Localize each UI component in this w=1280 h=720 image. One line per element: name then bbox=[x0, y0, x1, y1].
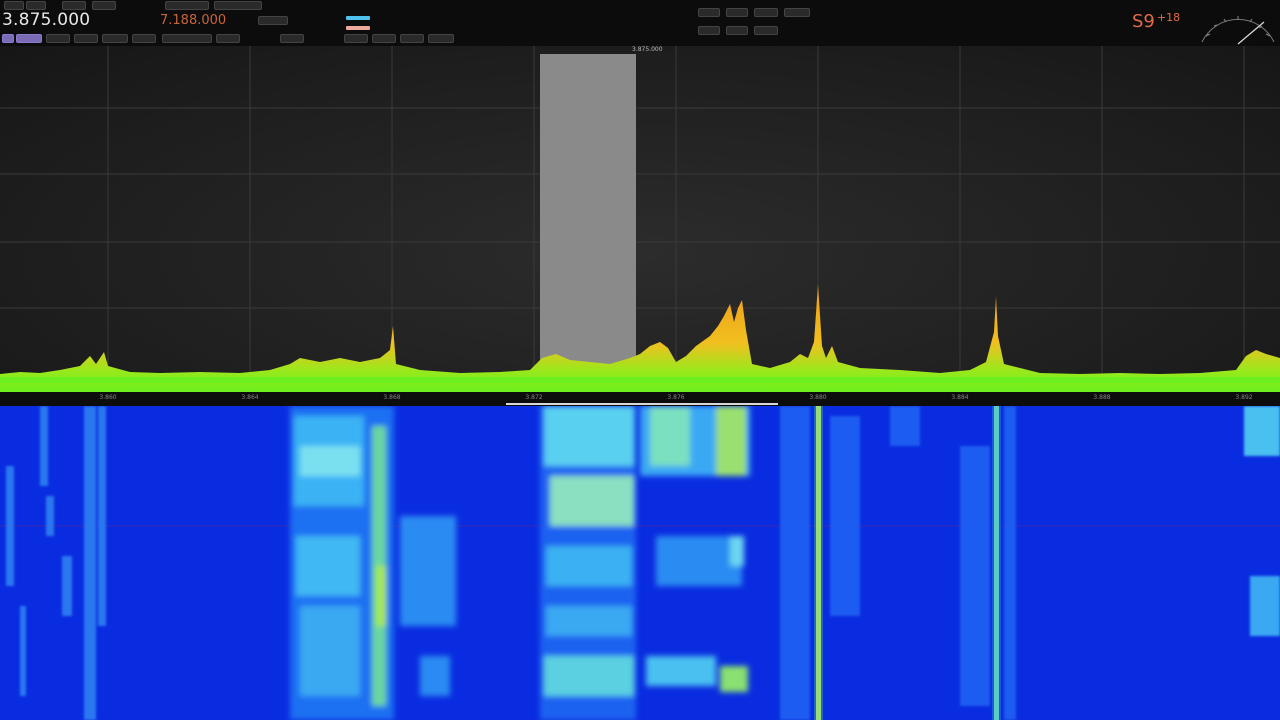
option-button[interactable] bbox=[400, 34, 424, 43]
spectrum-plot bbox=[0, 46, 1280, 392]
band-button[interactable] bbox=[62, 1, 86, 10]
mode-button[interactable] bbox=[46, 34, 70, 43]
band-button[interactable] bbox=[4, 1, 24, 10]
vfo-a-frequency[interactable]: 3.875.000 bbox=[2, 10, 90, 30]
scale-tick: 3.868 bbox=[383, 394, 401, 401]
scale-tick: 3.876 bbox=[667, 394, 685, 401]
option-button[interactable] bbox=[698, 8, 720, 17]
band-button[interactable] bbox=[92, 1, 116, 10]
scale-tick: 3.872 bbox=[525, 394, 543, 401]
option-button[interactable] bbox=[754, 8, 778, 17]
s-meter-readout: S9 +18 bbox=[1132, 11, 1180, 32]
mode-button[interactable] bbox=[132, 34, 156, 43]
option-button[interactable] bbox=[428, 34, 454, 43]
option-button[interactable] bbox=[726, 26, 748, 35]
mode-button[interactable] bbox=[2, 34, 14, 43]
tune-marker-label: 3.875.000 bbox=[632, 46, 663, 53]
scale-tick: 3.892 bbox=[1235, 394, 1253, 401]
scale-tick: 3.860 bbox=[99, 394, 117, 401]
mode-button[interactable] bbox=[102, 34, 128, 43]
mode-button[interactable] bbox=[16, 34, 42, 43]
passband-indicator bbox=[506, 403, 778, 405]
option-button[interactable] bbox=[784, 8, 810, 17]
scale-tick: 3.880 bbox=[809, 394, 827, 401]
passband-filter[interactable] bbox=[540, 54, 636, 392]
rit-button[interactable] bbox=[216, 34, 240, 43]
option-button[interactable] bbox=[372, 34, 396, 43]
waterfall-display[interactable] bbox=[0, 406, 1280, 720]
spectrum-grid bbox=[0, 46, 1280, 392]
vfo-b-frequency[interactable]: 7.188.000 bbox=[160, 13, 226, 28]
level-bar bbox=[346, 26, 370, 30]
option-button[interactable] bbox=[698, 26, 720, 35]
xit-button[interactable] bbox=[280, 34, 304, 43]
scale-tick: 3.888 bbox=[1093, 394, 1111, 401]
vfo-swap-button[interactable] bbox=[258, 16, 288, 25]
s-meter-unit: S9 bbox=[1132, 11, 1155, 32]
band-button[interactable] bbox=[26, 1, 46, 10]
option-button[interactable] bbox=[214, 1, 262, 10]
spectrum-trace bbox=[0, 284, 1280, 392]
option-button[interactable] bbox=[344, 34, 368, 43]
control-bar: 3.875.000 7.188.000 S9 +18 bbox=[0, 0, 1280, 46]
frequency-scale[interactable]: 3.860 3.864 3.868 3.872 3.876 3.880 3.88… bbox=[0, 392, 1280, 406]
option-button[interactable] bbox=[754, 26, 778, 35]
spectrum-display[interactable]: 3.875.000 bbox=[0, 46, 1280, 392]
s-meter-over: +18 bbox=[1156, 11, 1181, 24]
level-bar bbox=[346, 16, 370, 20]
mode-button[interactable] bbox=[74, 34, 98, 43]
waterfall-image bbox=[0, 406, 1280, 720]
option-button[interactable] bbox=[726, 8, 748, 17]
scale-tick: 3.864 bbox=[241, 394, 259, 401]
s-meter-dial-icon bbox=[1201, 16, 1275, 45]
scale-tick: 3.884 bbox=[951, 394, 969, 401]
option-button[interactable] bbox=[165, 1, 209, 10]
filter-button[interactable] bbox=[162, 34, 212, 43]
